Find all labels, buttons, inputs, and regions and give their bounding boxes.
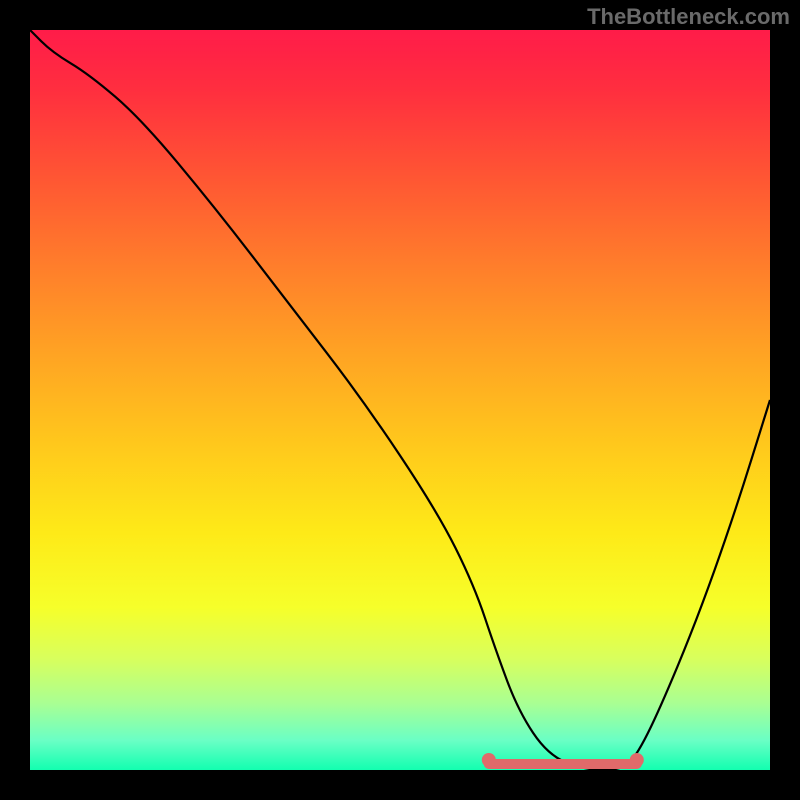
plot-background-gradient bbox=[30, 30, 770, 770]
watermark-text: TheBottleneck.com bbox=[587, 4, 790, 30]
